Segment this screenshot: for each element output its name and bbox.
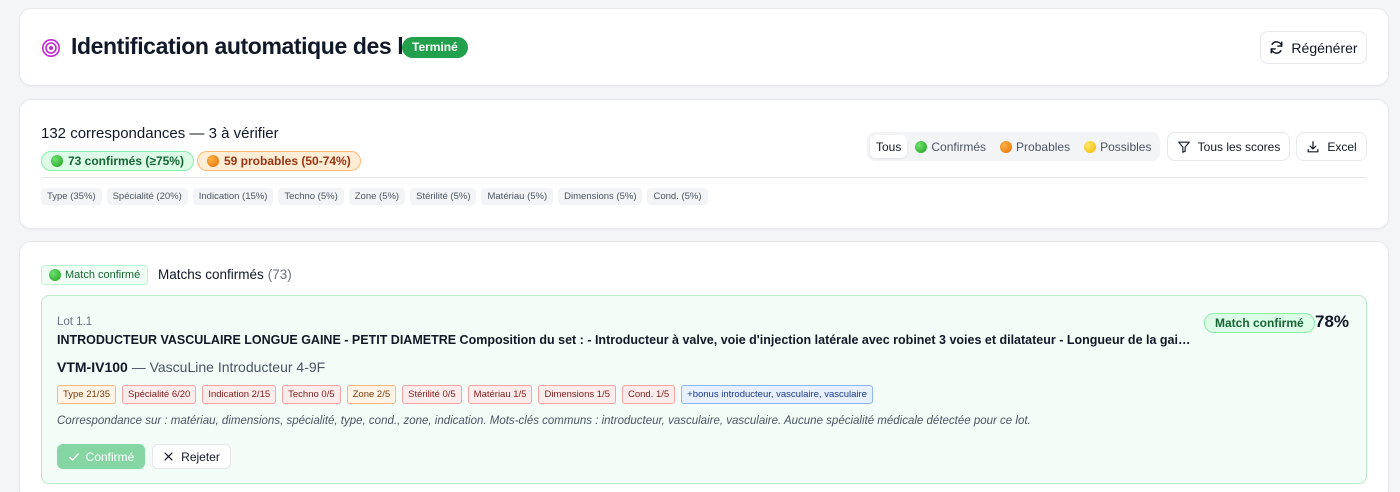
- criterion-chip: Matériau 1/5: [467, 385, 533, 404]
- confirmed-count-pill[interactable]: 73 confirmés (≥75%): [41, 151, 194, 171]
- probable-count-pill[interactable]: 59 probables (50-74%): [197, 151, 361, 171]
- match-badge-label: Match confirmé: [65, 269, 141, 281]
- orange-dot-icon: [207, 155, 219, 167]
- filter-icon: [1177, 141, 1190, 153]
- lot-score: 78%: [1315, 312, 1350, 331]
- criterion-chip: Cond. 1/5: [621, 385, 676, 404]
- filter-segmented-control: Tous Confirmés Probables Possibles: [867, 132, 1161, 161]
- orange-dot-icon: [1000, 140, 1013, 153]
- weight-chip: Cond. (5%): [647, 188, 708, 205]
- refresh-icon: [1270, 41, 1283, 54]
- product-separator: —: [127, 359, 150, 375]
- criterion-chip: Indication 2/15: [202, 385, 277, 404]
- status-badge: Terminé: [402, 37, 468, 58]
- match-explanation: Correspondance sur : matériau, dimension…: [57, 415, 1031, 427]
- green-dot-icon: [51, 155, 63, 167]
- criterion-chip: Type 21/35: [57, 385, 117, 404]
- all-scores-button[interactable]: Tous les scores: [1167, 132, 1290, 161]
- yellow-dot-icon: [1084, 140, 1097, 153]
- weight-chip: Zone (5%): [348, 188, 406, 205]
- matched-product: VTM-IV100 — VascuLine Introducteur 4-9F: [57, 359, 325, 375]
- product-code: VTM-IV100: [57, 359, 128, 375]
- matches-title: Matchs confirmés: [158, 267, 264, 282]
- weight-chip: Stérilité (5%): [410, 188, 477, 205]
- regenerate-label: Régénérer: [1291, 39, 1358, 56]
- excel-export-button[interactable]: Excel: [1296, 132, 1367, 161]
- match-confirmed-badge: Match confirmé: [41, 265, 149, 285]
- reject-button[interactable]: Rejeter: [152, 444, 231, 469]
- filter-possible-label: Possibles: [1100, 139, 1152, 154]
- confirmed-button[interactable]: Confirmé: [57, 444, 145, 469]
- lot-status-badge: Match confirmé: [1204, 313, 1315, 333]
- filter-possible[interactable]: Possibles: [1078, 135, 1157, 158]
- check-icon: [68, 452, 79, 461]
- lot-description: INTRODUCTEUR VASCULAIRE LONGUE GAINE - P…: [57, 333, 1192, 347]
- download-icon: [1307, 140, 1319, 152]
- lot-label: Lot 1.1: [57, 316, 93, 328]
- bonus-keywords-chip: +bonus introducteur, vasculaire, vascula…: [681, 385, 873, 404]
- criterion-chip: Techno 0/5: [282, 385, 341, 404]
- all-scores-label: Tous les scores: [1197, 139, 1281, 154]
- weight-chip: Dimensions (5%): [558, 188, 643, 205]
- close-icon: [164, 452, 173, 461]
- weight-chip: Type (35%): [41, 188, 102, 205]
- probable-count-label: 59 probables (50-74%): [224, 154, 351, 168]
- criterion-chip: Zone 2/5: [346, 385, 397, 404]
- weight-chip: Techno (5%): [278, 188, 344, 205]
- filter-probable-label: Probables: [1016, 139, 1071, 154]
- confirmed-count-label: 73 confirmés (≥75%): [68, 154, 184, 168]
- weight-chips: Type (35%) Spécialité (20%) Indication (…: [41, 188, 708, 205]
- lot-match-card: Lot 1.1 INTRODUCTEUR VASCULAIRE LONGUE G…: [41, 295, 1367, 484]
- filter-confirmed-label: Confirmés: [931, 139, 987, 154]
- green-dot-icon: [915, 140, 928, 153]
- reject-label: Rejeter: [181, 449, 220, 464]
- matches-count: (73): [267, 267, 292, 282]
- confirmed-label: Confirmé: [85, 449, 135, 464]
- criterion-chip: Dimensions 1/5: [538, 385, 616, 404]
- product-name: VascuLine Introducteur 4-9F: [149, 359, 326, 375]
- header-card: Identification automatique des lots Term…: [19, 8, 1389, 86]
- matches-card: Match confirmé Matchs confirmés (73) Lot …: [19, 241, 1389, 492]
- filter-probable[interactable]: Probables: [994, 135, 1076, 158]
- green-dot-icon: [49, 269, 61, 281]
- filter-confirmed[interactable]: Confirmés: [909, 135, 992, 158]
- excel-label: Excel: [1327, 139, 1357, 154]
- matches-section-title: Matchs confirmés (73): [158, 267, 292, 282]
- filter-all[interactable]: Tous: [870, 135, 908, 158]
- weight-chip: Indication (15%): [192, 188, 274, 205]
- weight-chip: Matériau (5%): [481, 188, 554, 205]
- target-icon: [42, 39, 60, 57]
- divider: [41, 177, 1367, 178]
- regenerate-button[interactable]: Régénérer: [1260, 31, 1367, 64]
- criteria-chips: Type 21/35 Spécialité 6/20 Indication 2/…: [57, 385, 873, 404]
- page-title: Identification automatique des lots: [71, 33, 437, 59]
- summary-card: 132 correspondances — 3 à vérifier 73 co…: [19, 99, 1389, 229]
- criterion-chip: Spécialité 6/20: [122, 385, 197, 404]
- summary-title: 132 correspondances — 3 à vérifier: [41, 125, 279, 142]
- weight-chip: Spécialité (20%): [106, 188, 188, 205]
- filter-all-label: Tous: [876, 139, 902, 154]
- criterion-chip: Stérilité 0/5: [402, 385, 462, 404]
